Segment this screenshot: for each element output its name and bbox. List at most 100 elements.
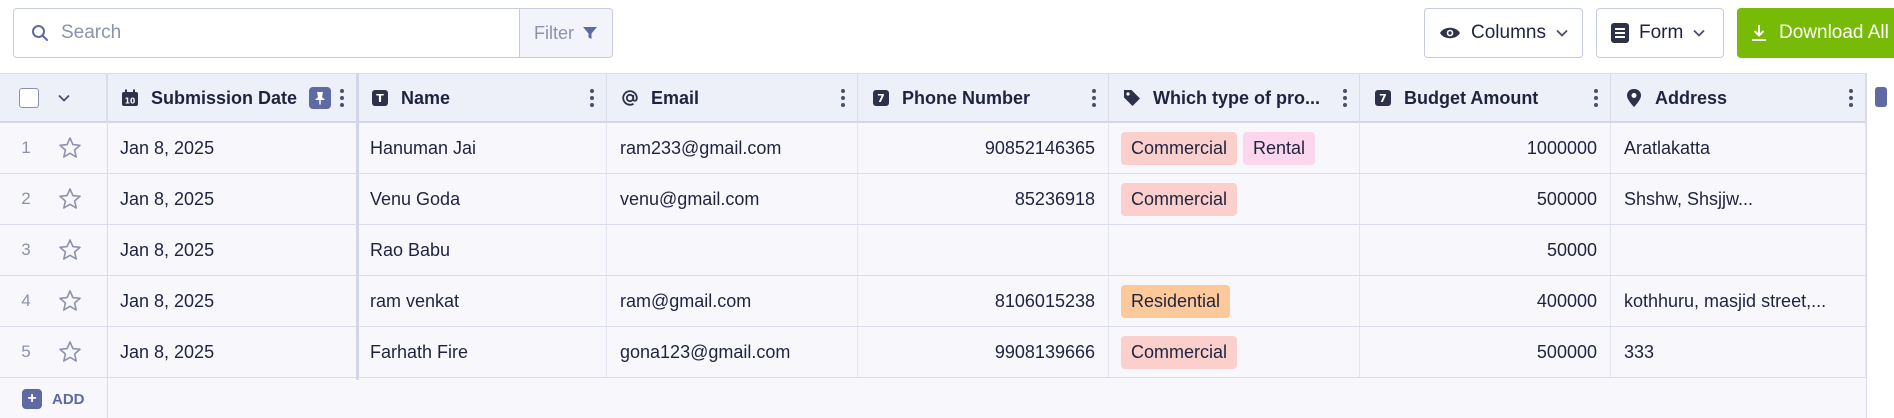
download-all-button[interactable]: Download All [1737,8,1894,58]
column-menu-icon[interactable] [1092,89,1096,107]
cell-submission-date[interactable]: Jan 8, 2025 [107,225,357,275]
cell-name[interactable]: ram venkat [357,276,607,326]
column-header-address[interactable]: Address [1611,74,1866,122]
plus-icon: + [22,389,42,409]
pin-icon[interactable] [309,87,332,109]
column-menu-icon[interactable] [1343,89,1347,107]
cell-budget-amount[interactable]: 50000 [1360,225,1611,275]
cell-address[interactable]: Aratlakatta [1611,123,1866,173]
column-menu-icon[interactable] [590,89,594,107]
tag-commercial: Commercial [1121,182,1238,216]
star-icon[interactable] [52,174,88,224]
cell-phone-number[interactable]: 9908139666 [858,327,1109,377]
table-row[interactable]: 1 Jan 8, 2025 Hanuman Jai ram233@gmail.c… [0,123,1894,174]
table-row[interactable]: 2 Jan 8, 2025 Venu Goda venu@gmail.com 8… [0,174,1894,225]
column-header-phone-number[interactable]: 7 Phone Number [858,74,1109,122]
cell-address[interactable]: Shshw, Shsjjw... [1611,174,1866,224]
submissions-table: 10 Submission Date T Name Email 7 Phone … [0,73,1894,418]
cell-email[interactable]: gona123@gmail.com [607,327,858,377]
row-number: 4 [21,291,31,310]
table-row[interactable]: 4 Jan 8, 2025 ram venkat ram@gmail.com 8… [0,276,1894,327]
cell-submission-date[interactable]: Jan 8, 2025 [107,327,357,377]
cell-address[interactable]: kothhuru, masjid street,... [1611,276,1866,326]
cell-email[interactable]: ram@gmail.com [607,276,858,326]
cell-property-type[interactable]: Commercial [1109,327,1360,377]
cell-name[interactable]: Farhath Fire [357,327,607,377]
column-menu-icon[interactable] [841,89,845,107]
column-header-budget-amount[interactable]: 7 Budget Amount [1360,74,1611,122]
add-column-icon [1875,87,1887,107]
add-row-button[interactable]: + ADD [0,380,107,418]
pinned-column-divider [356,73,359,380]
add-column-strip[interactable] [1866,73,1894,418]
svg-text:10: 10 [125,97,135,106]
chevron-down-icon [1693,29,1705,37]
star-icon[interactable] [52,276,88,326]
cell-name[interactable]: Venu Goda [357,174,607,224]
cell-property-type[interactable]: Residential [1109,276,1360,326]
chevron-down-icon[interactable] [58,94,70,102]
number-type-icon: 7 [1374,89,1392,107]
cell-budget-amount[interactable]: 400000 [1360,276,1611,326]
column-header-email[interactable]: Email [607,74,858,122]
cell-submission-date[interactable]: Jan 8, 2025 [107,174,357,224]
table-header: 10 Submission Date T Name Email 7 Phone … [0,73,1894,123]
search-box[interactable] [13,8,520,58]
chevron-down-icon [1556,29,1568,37]
cell-budget-amount[interactable]: 500000 [1360,174,1611,224]
table-row[interactable]: 5 Jan 8, 2025 Farhath Fire gona123@gmail… [0,327,1894,378]
location-pin-icon [1625,89,1643,107]
cell-name[interactable]: Hanuman Jai [357,123,607,173]
toolbar: Filter Columns Form Download All [0,0,1894,73]
form-label: Form [1639,22,1684,43]
form-button[interactable]: Form [1596,8,1724,58]
cell-email[interactable]: ram233@gmail.com [607,123,858,173]
table-row[interactable]: 3 Jan 8, 2025 Rao Babu 50000 [0,225,1894,276]
tag-commercial: Commercial [1121,131,1238,165]
cell-email[interactable]: venu@gmail.com [607,174,858,224]
cell-address[interactable]: 333 [1611,327,1866,377]
star-icon[interactable] [52,123,88,173]
column-header-submission-date[interactable]: 10 Submission Date [107,74,357,122]
form-icon [1611,23,1629,43]
cell-property-type[interactable] [1109,225,1360,275]
column-menu-icon[interactable] [340,89,344,107]
cell-name[interactable]: Rao Babu [357,225,607,275]
column-header-label: Budget Amount [1404,87,1539,108]
tag-residential: Residential [1121,284,1231,318]
cell-property-type[interactable]: Commercial Rental [1109,123,1360,173]
column-header-label: Email [651,87,700,108]
columns-label: Columns [1471,22,1546,43]
filter-label: Filter [534,22,574,43]
cell-property-type[interactable]: Commercial [1109,174,1360,224]
column-header-label: Name [401,87,451,108]
cell-address[interactable] [1611,225,1866,275]
star-icon[interactable] [52,225,88,275]
tag-commercial: Commercial [1121,335,1238,369]
column-header-name[interactable]: T Name [357,74,607,122]
column-menu-icon[interactable] [1594,89,1598,107]
star-icon[interactable] [52,327,88,377]
cell-submission-date[interactable]: Jan 8, 2025 [107,276,357,326]
download-all-label: Download All [1779,22,1889,43]
cell-phone-number[interactable]: 90852146365 [858,123,1109,173]
select-all-checkbox[interactable] [19,88,39,108]
cell-budget-amount[interactable]: 1000000 [1360,123,1611,173]
search-input[interactable] [61,22,481,44]
filter-icon [582,25,598,41]
cell-phone-number[interactable] [858,225,1109,275]
cell-phone-number[interactable]: 85236918 [858,174,1109,224]
cell-email[interactable] [607,225,858,275]
columns-button[interactable]: Columns [1424,8,1583,58]
column-menu-icon[interactable] [1849,89,1853,107]
select-all-header [0,74,107,122]
search-icon [14,24,49,42]
filter-button[interactable]: Filter [519,8,613,58]
cell-budget-amount[interactable]: 500000 [1360,327,1611,377]
column-header-property-type[interactable]: Which type of pro... [1109,74,1360,122]
cell-submission-date[interactable]: Jan 8, 2025 [107,123,357,173]
tag-rental: Rental [1243,131,1316,165]
number-type-icon: 7 [872,89,890,107]
cell-phone-number[interactable]: 8106015238 [858,276,1109,326]
row-gutter-divider [107,73,108,418]
